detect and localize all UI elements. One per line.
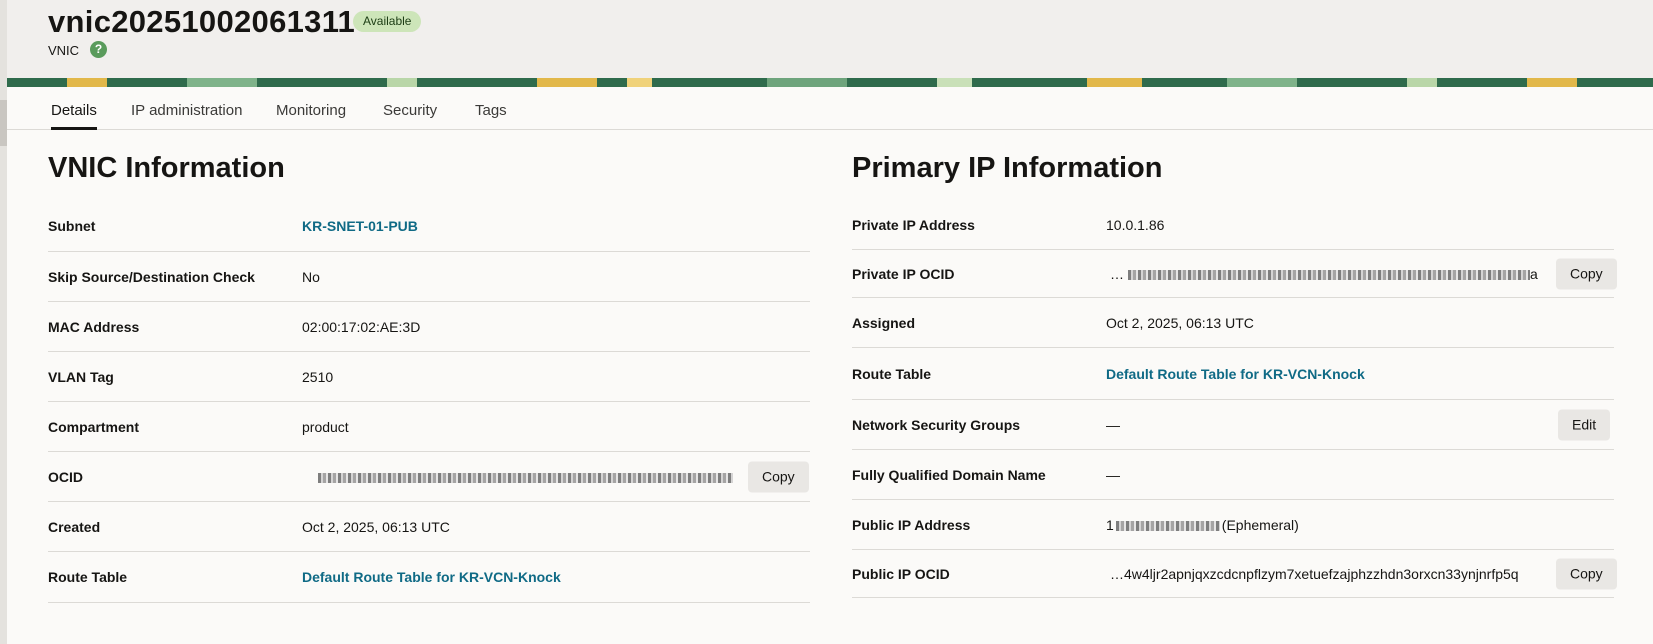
row-value: — xyxy=(1106,466,1120,483)
resource-type-label: VNIC xyxy=(48,43,80,58)
status-badge: Available xyxy=(353,11,422,32)
ocid-value-redacted xyxy=(318,469,733,485)
row-label: OCID xyxy=(48,468,83,485)
row-fqdn: Fully Qualified Domain Name — xyxy=(852,450,1614,500)
ocid-suffix: a xyxy=(1530,265,1538,282)
private-ip-ocid-value: … a xyxy=(1110,266,1538,282)
tab-monitoring[interactable]: Monitoring xyxy=(276,102,346,130)
left-edge-strip xyxy=(0,0,7,644)
row-label: MAC Address xyxy=(48,318,140,335)
row-ocid: OCID Copy xyxy=(48,452,810,502)
row-label: Created xyxy=(48,518,101,535)
copy-ocid-button[interactable]: Copy xyxy=(748,461,809,492)
row-skip-source-destination-check: Skip Source/Destination Check No xyxy=(48,252,810,302)
row-label: Compartment xyxy=(48,418,140,435)
row-value: 02:00:17:02:AE:3D xyxy=(302,318,421,335)
row-label: Network Security Groups xyxy=(852,416,1021,433)
row-value: Oct 2, 2025, 06:13 UTC xyxy=(302,518,450,535)
row-private-ip-ocid: Private IP OCID … a Copy xyxy=(852,250,1617,298)
copy-private-ip-ocid-button[interactable]: Copy xyxy=(1556,258,1617,289)
row-subnet: Subnet KR-SNET-01-PUB xyxy=(48,200,810,252)
row-value: — xyxy=(1106,416,1120,433)
row-created: Created Oct 2, 2025, 06:13 UTC xyxy=(48,502,810,552)
row-label: Route Table xyxy=(852,365,932,382)
public-ip-type: (Ephemeral) xyxy=(1221,516,1299,533)
side-nav-handle[interactable] xyxy=(0,100,7,146)
primary-ip-information-title: Primary IP Information xyxy=(852,152,1163,184)
page-header: vnic20251002061311 Available VNIC ? xyxy=(7,0,1653,80)
ocid-prefix: … xyxy=(1110,265,1124,282)
route-table-link[interactable]: Default Route Table for KR-VCN-Knock xyxy=(302,569,561,585)
tab-bar: Details IP administration Monitoring Sec… xyxy=(7,87,1653,130)
row-assigned: Assigned Oct 2, 2025, 06:13 UTC xyxy=(852,298,1614,348)
row-compartment: Compartment product xyxy=(48,402,810,452)
row-value: Oct 2, 2025, 06:13 UTC xyxy=(1106,314,1254,331)
public-ip-prefix: 1 xyxy=(1106,516,1114,533)
row-label: Subnet xyxy=(48,217,96,234)
copy-public-ip-ocid-button[interactable]: Copy xyxy=(1556,558,1617,589)
row-public-ip-ocid: Public IP OCID …4w4ljr2apnjqxzcdcnpflzym… xyxy=(852,550,1617,598)
vnic-information-title: VNIC Information xyxy=(48,152,285,184)
help-icon[interactable]: ? xyxy=(90,41,107,58)
row-vlan-tag: VLAN Tag 2510 xyxy=(48,352,810,402)
row-value: …4w4ljr2apnjqxzcdcnpflzym7xetuefzajphzzh… xyxy=(1110,565,1519,582)
row-value: product xyxy=(302,418,349,435)
row-label: Skip Source/Destination Check xyxy=(48,268,255,285)
row-primary-route-table: Route Table Default Route Table for KR-V… xyxy=(852,348,1614,400)
row-mac-address: MAC Address 02:00:17:02:AE:3D xyxy=(48,302,810,352)
row-label: VLAN Tag xyxy=(48,368,114,385)
row-label: Public IP OCID xyxy=(852,565,950,582)
row-label: Route Table xyxy=(48,569,128,585)
row-route-table: Route Table Default Route Table for KR-V… xyxy=(48,552,810,603)
tab-ip-administration[interactable]: IP administration xyxy=(131,102,242,130)
row-label: Assigned xyxy=(852,314,916,331)
row-label: Fully Qualified Domain Name xyxy=(852,466,1046,483)
edit-nsg-button[interactable]: Edit xyxy=(1558,409,1611,440)
row-label: Private IP Address xyxy=(852,216,975,233)
row-public-ip-address: Public IP Address 1 (Ephemeral) xyxy=(852,500,1614,550)
row-value: No xyxy=(302,268,320,285)
page-title: vnic20251002061311 xyxy=(48,4,356,39)
tab-tags[interactable]: Tags xyxy=(475,102,507,130)
tab-security[interactable]: Security xyxy=(383,102,437,130)
row-private-ip-address: Private IP Address 10.0.1.86 xyxy=(852,200,1614,250)
row-value: 10.0.1.86 xyxy=(1106,216,1165,233)
row-network-security-groups: Network Security Groups — Edit xyxy=(852,400,1614,450)
row-label: Private IP OCID xyxy=(852,265,955,282)
row-value: 2510 xyxy=(302,368,334,385)
row-label: Public IP Address xyxy=(852,516,971,533)
decorative-banner xyxy=(7,78,1653,87)
public-ip-value: 1 (Ephemeral) xyxy=(1106,517,1299,533)
tab-details[interactable]: Details xyxy=(51,102,97,130)
subnet-link[interactable]: KR-SNET-01-PUB xyxy=(302,218,418,234)
primary-route-table-link[interactable]: Default Route Table for KR-VCN-Knock xyxy=(1106,366,1365,382)
